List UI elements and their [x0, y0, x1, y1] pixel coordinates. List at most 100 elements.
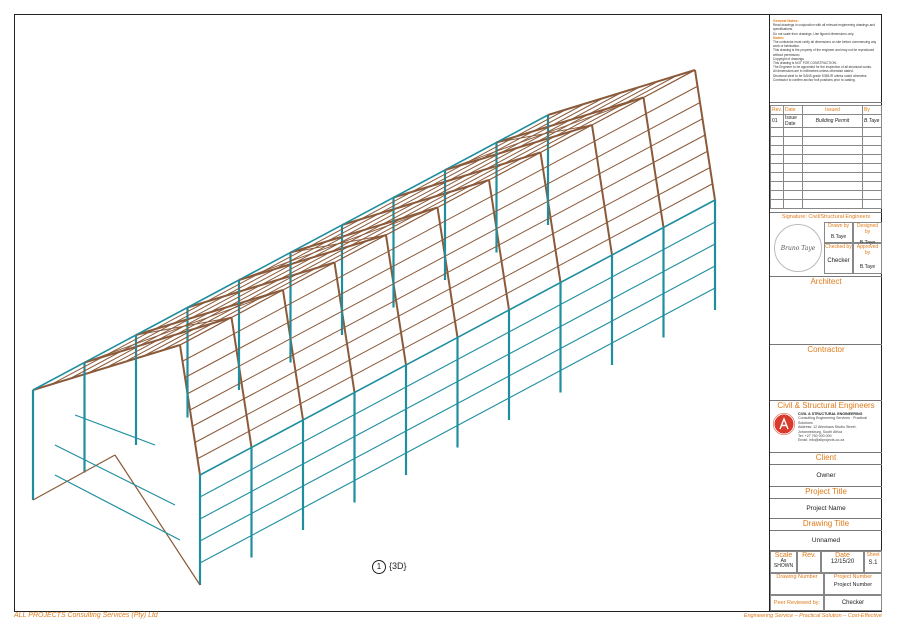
project-title-label: Project Title	[805, 487, 847, 496]
side-girt	[560, 320, 613, 349]
drawing-number-cell: Drawing Number	[770, 573, 824, 595]
end-wall-girt	[54, 474, 181, 541]
side-girt	[302, 480, 355, 509]
roof-purlin	[184, 102, 701, 378]
scale-cell: Scale As SHOWN	[770, 551, 797, 573]
end-wall-girt	[54, 444, 176, 506]
side-girt	[405, 425, 458, 454]
project-number-value: Project Number	[833, 582, 873, 588]
rev-cell-box: Rev.	[797, 551, 821, 573]
drawing-title-value: Unnamed	[811, 537, 841, 544]
side-girt	[457, 353, 510, 382]
engineers-panel: Civil & Structural Engineers CIVIL & STR…	[770, 401, 882, 453]
numbers-row: Drawing Number Project Number Project Nu…	[770, 573, 882, 595]
side-girt	[354, 386, 407, 415]
roof-purlin	[161, 75, 677, 352]
client-value: Owner	[816, 472, 836, 479]
designed-by-label: Designed by	[856, 223, 879, 235]
side-girt	[302, 458, 355, 487]
stamp-signature: Bruno Taye	[780, 244, 816, 252]
end-bracing	[114, 454, 201, 586]
view-name: {3D}	[389, 561, 407, 571]
signature-title: Signature: Civil/Structural Engineers	[781, 214, 871, 220]
approved-by-label: Approved by	[856, 244, 879, 256]
drawn-by-label: Drawn by	[827, 223, 850, 229]
project-number-label: Project Number	[833, 574, 873, 580]
company-email: Email: info@allprojects.co.za	[798, 438, 845, 443]
side-girt	[560, 276, 613, 305]
view-number: 1	[372, 560, 386, 574]
roof-purlin	[197, 183, 713, 460]
side-girt	[405, 381, 458, 410]
peer-review-value: Checker	[841, 600, 865, 606]
sheet-value: S.1	[868, 560, 878, 566]
notes-panel: General Notes: Read drawings in conjunct…	[770, 15, 882, 103]
side-girt	[457, 397, 510, 426]
side-girt	[663, 265, 716, 294]
roof-purlin	[182, 85, 698, 362]
side-girt	[663, 243, 716, 272]
company-tagline: Consulting Engineering Services · Practi…	[798, 416, 867, 425]
end-wall-girt	[74, 414, 156, 446]
peer-review-label: Peer Reviewed by:	[773, 600, 821, 606]
project-title-header: Project Title	[770, 487, 882, 499]
footer-company: ALL PROJECTS Consulting Services (Pty) L…	[14, 612, 158, 619]
rev-header: By	[862, 105, 882, 115]
rev-cell: B.Taye	[862, 114, 882, 128]
contractor-label: Contractor	[807, 345, 845, 354]
side-girt	[302, 414, 355, 443]
peer-review-value-cell: Checker	[824, 595, 882, 611]
checked-by-value: Checker	[827, 258, 850, 264]
peer-review-label-cell: Peer Reviewed by:	[770, 595, 824, 611]
engineer-stamp: Bruno Taye	[774, 224, 822, 272]
client-value-row: Owner	[770, 465, 882, 487]
footer-slogan: Engineering Service – Practical Solution…	[743, 613, 882, 619]
roof-purlin	[124, 86, 641, 363]
sheet-label: Sheet	[866, 552, 880, 558]
side-girt	[663, 221, 716, 250]
side-girt	[663, 287, 716, 316]
drawn-by-cell: Drawn by B.Taye	[824, 222, 853, 243]
company-logo	[773, 413, 795, 435]
drawing-sheet: 1 {3D} General Notes: Read drawings in co…	[0, 0, 898, 636]
client-header: Client	[770, 453, 882, 465]
side-girt	[611, 315, 664, 344]
side-girt	[302, 436, 355, 465]
peer-review-row: Peer Reviewed by: Checker	[770, 595, 882, 611]
drawing-area	[15, 15, 765, 611]
side-girt	[508, 326, 561, 355]
side-girt	[405, 403, 458, 432]
roof-purlin	[194, 167, 711, 443]
side-girt	[251, 441, 304, 470]
side-girt	[560, 342, 613, 371]
architect-label: Architect	[810, 277, 842, 286]
drawing-title-row: Unnamed	[770, 531, 882, 551]
note-line: The contractor must verify all dimension…	[773, 40, 877, 49]
side-girt	[611, 271, 664, 300]
note-line: This drawing is the property of the engi…	[773, 48, 875, 57]
approved-by-value: B.Taye	[859, 264, 876, 270]
side-girt	[508, 304, 561, 333]
side-girt	[611, 293, 664, 322]
signature-panel: Signature: Civil/Structural Engineers Br…	[770, 213, 882, 277]
side-girt	[611, 249, 664, 278]
side-girt	[251, 485, 304, 514]
engineers-label: Civil & Structural Engineers	[777, 401, 875, 410]
title-block: General Notes: Read drawings in conjunct…	[769, 15, 882, 611]
architect-panel: Architect	[770, 277, 882, 345]
client-label: Client	[815, 453, 837, 462]
rev-header: Rev.	[770, 105, 784, 115]
view-label: 1 {3D}	[372, 560, 407, 574]
side-girt	[199, 513, 252, 542]
rev-cell: Building Permit	[802, 114, 863, 128]
side-girt	[354, 452, 407, 481]
side-girt	[199, 491, 252, 520]
checked-by-label: Checked by	[825, 244, 852, 250]
side-girt	[508, 370, 561, 399]
drawn-by-value: B.Taye	[830, 234, 847, 240]
date-label: Date	[835, 552, 850, 559]
steel-frame-3d-view	[31, 69, 717, 586]
roof-purlin	[69, 103, 585, 380]
designed-by-cell: Designed by B.Taye	[853, 222, 882, 246]
side-girt	[251, 507, 304, 536]
